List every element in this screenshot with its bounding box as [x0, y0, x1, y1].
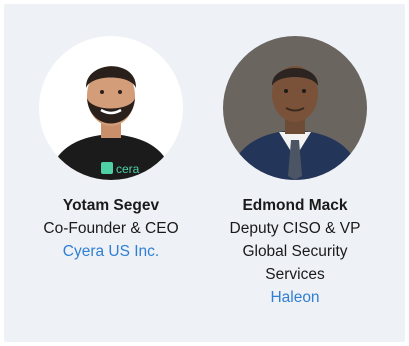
- speaker-edmond-mack: Edmond Mack Deputy CISO & VP Global Secu…: [202, 36, 388, 309]
- speaker-title-line: Global Security: [242, 243, 348, 260]
- speaker-name: Yotam Segev: [62, 197, 160, 214]
- speaker-name: Edmond Mack: [242, 197, 348, 214]
- speakers-card: cera Yotam Segev Co-Founder & CEO Cyera …: [4, 4, 405, 342]
- shirt-logo-text: cera: [116, 162, 140, 176]
- avatar-yotam-segev: cera: [39, 36, 183, 180]
- speaker-company-link[interactable]: Cyera US Inc.: [18, 240, 204, 263]
- speaker-title-line: Deputy CISO & VP: [229, 220, 361, 237]
- speaker-company-link[interactable]: Haleon: [202, 286, 388, 309]
- speaker-title: Co-Founder & CEO: [43, 220, 179, 237]
- person-photo-icon: cera: [39, 36, 183, 180]
- speaker-yotam-segev: cera Yotam Segev Co-Founder & CEO Cyera …: [18, 36, 204, 263]
- speaker-title-line: Services: [265, 266, 325, 283]
- avatar-edmond-mack: [223, 36, 367, 180]
- person-photo-icon: [223, 36, 367, 180]
